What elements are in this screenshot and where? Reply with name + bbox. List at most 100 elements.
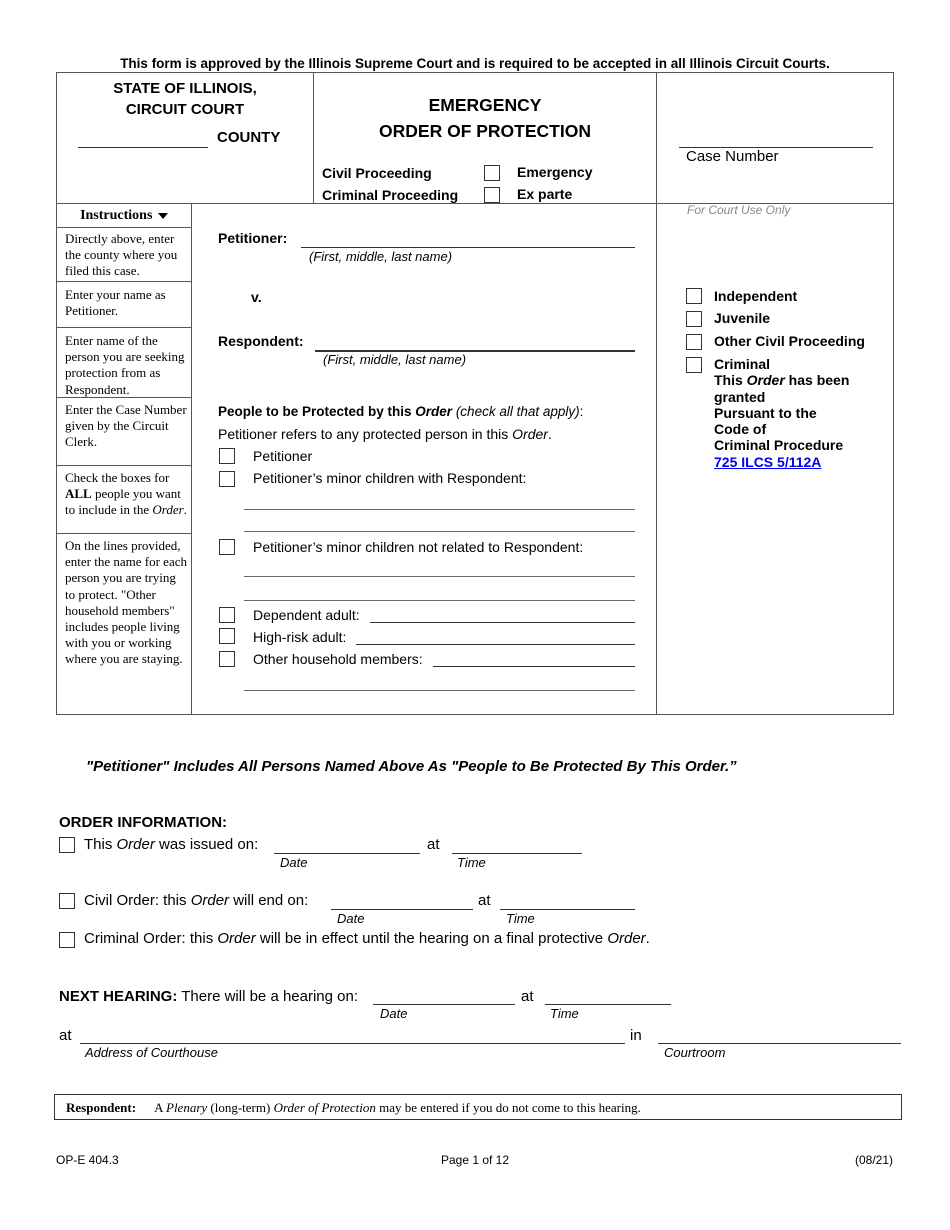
instruction-item: Enter name of the person you are seeking… (65, 333, 185, 397)
instructions-toggle[interactable]: Instructions (57, 208, 191, 224)
revision-date: (08/21) (855, 1153, 894, 1167)
criminal-order-label: Criminal Order: this Order will be in ef… (84, 930, 650, 947)
exparte-checkbox[interactable] (484, 187, 500, 203)
criminal-order-checkbox[interactable] (59, 932, 75, 948)
high-risk-adult-checkbox[interactable] (219, 628, 235, 644)
other-household-input-1[interactable] (433, 666, 635, 667)
form-title: EMERGENCY ORDER OF PROTECTION (314, 92, 656, 144)
petitioner-checkbox[interactable] (219, 448, 235, 464)
court-use-label: For Court Use Only (687, 203, 791, 217)
time-label: Time (457, 855, 486, 870)
title-line-2: ORDER OF PROTECTION (379, 121, 591, 141)
minor-children-not-related-input-2[interactable] (244, 600, 635, 601)
high-risk-adult-label: High-risk adult: (253, 629, 347, 645)
divider (191, 203, 192, 715)
divider (656, 72, 657, 715)
order-issued-time-input[interactable] (452, 853, 582, 854)
address-label: Address of Courthouse (85, 1045, 218, 1060)
protected-note: Petitioner refers to any protected perso… (218, 426, 552, 442)
petitioner-label: Petitioner: (218, 230, 288, 246)
other-household-label: Other household members: (253, 651, 423, 667)
criminal-checkbox[interactable] (686, 357, 702, 373)
order-issued-label: This Order was issued on: (84, 836, 259, 853)
other-household-input-2[interactable] (244, 690, 635, 691)
instruction-item: Enter the Case Number given by the Circu… (65, 402, 187, 450)
divider (56, 281, 191, 282)
courthouse-address-input[interactable] (80, 1043, 625, 1044)
at-label: at (478, 892, 491, 909)
divider (56, 327, 191, 328)
at-label: at (521, 988, 534, 1005)
juvenile-checkbox[interactable] (686, 311, 702, 327)
criminal-block: Criminal This Order has been granted Pur… (714, 356, 850, 470)
courtroom-input[interactable] (658, 1043, 901, 1044)
civil-order-end-date-input[interactable] (331, 909, 473, 910)
minor-children-with-respondent-checkbox[interactable] (219, 471, 235, 487)
minor-children-not-related-checkbox[interactable] (219, 539, 235, 555)
minor-children-with-respondent-input-1[interactable] (244, 509, 635, 510)
page-number: Page 1 of 12 (440, 1153, 510, 1167)
dependent-adult-checkbox[interactable] (219, 607, 235, 623)
divider (56, 397, 191, 398)
approval-notice: This form is approved by the Illinois Su… (120, 56, 830, 71)
petitioner-option-label: Petitioner (253, 448, 313, 464)
order-issued-date-input[interactable] (274, 853, 420, 854)
divider (56, 465, 191, 466)
county-input[interactable] (78, 147, 208, 148)
case-number-label: Case Number (686, 148, 779, 165)
civil-order-label: Civil Order: this Order will end on: (84, 892, 309, 909)
hearing-time-input[interactable] (545, 1004, 671, 1005)
at-label: at (427, 836, 440, 853)
juvenile-label: Juvenile (714, 310, 771, 326)
instruction-item: Check the boxes for ALL people you want … (65, 470, 187, 518)
court-jurisdiction: STATE OF ILLINOIS, CIRCUIT COURT (57, 78, 313, 120)
state-label: STATE OF ILLINOIS, (113, 80, 257, 97)
emergency-label: Emergency (517, 164, 593, 180)
instruction-item: On the lines provided, enter the name fo… (65, 538, 187, 667)
minor-children-with-respondent-label: Petitioner’s minor children with Respond… (253, 470, 527, 486)
independent-checkbox[interactable] (686, 288, 702, 304)
petitioner-name-hint: (First, middle, last name) (309, 249, 453, 264)
order-issued-checkbox[interactable] (59, 837, 75, 853)
criminal-proceeding-label: Criminal Proceeding (322, 187, 459, 203)
divider (56, 227, 191, 228)
other-civil-proceeding-checkbox[interactable] (686, 334, 702, 350)
in-label: in (630, 1027, 642, 1044)
divider (56, 533, 191, 534)
high-risk-adult-input[interactable] (356, 644, 635, 645)
statute-link[interactable]: 725 ILCS 5/112A (714, 454, 821, 470)
other-civil-proceeding-label: Other Civil Proceeding (714, 333, 865, 349)
minor-children-not-related-label: Petitioner’s minor children not related … (253, 539, 584, 555)
respondent-notice: Respondent: A Plenary (long-term) Order o… (54, 1094, 902, 1120)
emergency-checkbox[interactable] (484, 165, 500, 181)
dependent-adult-label: Dependent adult: (253, 607, 360, 623)
civil-order-checkbox[interactable] (59, 893, 75, 909)
protected-heading: People to be Protected by this Order (ch… (218, 404, 584, 419)
minor-children-with-respondent-input-2[interactable] (244, 531, 635, 532)
petitioner-name-input[interactable] (301, 247, 635, 248)
criminal-note: This Order has been (714, 372, 850, 389)
hearing-date-input[interactable] (373, 1004, 515, 1005)
time-label: Time (506, 911, 535, 926)
caret-down-icon (157, 212, 168, 219)
respondent-name-hint: (First, middle, last name) (323, 352, 467, 367)
title-line-1: EMERGENCY (428, 95, 542, 115)
exparte-label: Ex parte (517, 186, 573, 202)
county-label: COUNTY (217, 129, 281, 146)
dependent-adult-input[interactable] (370, 622, 635, 623)
versus-label: v. (251, 289, 262, 305)
instruction-item: Directly above, enter the county where y… (65, 231, 178, 279)
civil-proceeding-label: Civil Proceeding (322, 165, 432, 181)
courtroom-label: Courtroom (664, 1045, 726, 1060)
next-hearing-label: NEXT HEARING: There will be a hearing on… (59, 988, 359, 1005)
other-household-checkbox[interactable] (219, 651, 235, 667)
date-label: Date (380, 1006, 408, 1021)
criminal-label: Criminal (714, 356, 771, 372)
instruction-item: Enter your name as Petitioner. (65, 287, 166, 319)
circuit-court-label: CIRCUIT COURT (125, 101, 245, 118)
date-label: Date (337, 911, 365, 926)
minor-children-not-related-input-1[interactable] (244, 576, 635, 577)
civil-order-end-time-input[interactable] (500, 909, 635, 910)
instructions-heading: Instructions (80, 208, 153, 223)
date-label: Date (280, 855, 308, 870)
